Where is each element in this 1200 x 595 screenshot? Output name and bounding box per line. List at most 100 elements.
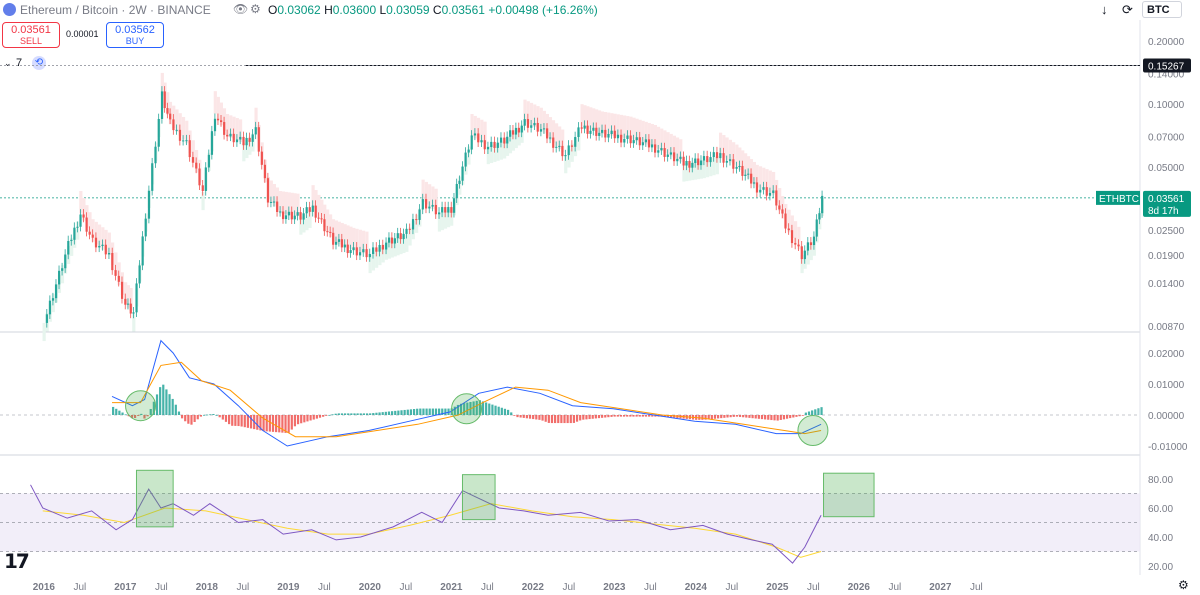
candle <box>220 120 223 123</box>
x-tick-label: 2016 <box>33 582 56 593</box>
gear-icon[interactable]: ⚙ <box>1178 578 1189 592</box>
candle <box>82 214 85 218</box>
candle <box>577 127 580 138</box>
candle <box>48 300 52 315</box>
macd-histogram-bar <box>296 415 300 425</box>
macd-histogram-bar <box>814 409 817 415</box>
macd-histogram-bar <box>751 415 754 419</box>
symbol-label: ETHBTC <box>1099 194 1139 205</box>
candle <box>191 157 195 163</box>
candle <box>314 205 317 218</box>
macd-histogram-bar <box>807 411 811 415</box>
candle <box>352 247 355 251</box>
candle <box>620 134 623 143</box>
candle <box>797 244 800 247</box>
candle <box>561 145 564 157</box>
candle <box>204 167 207 191</box>
macd-histogram-bar <box>566 415 569 424</box>
candle <box>365 249 368 258</box>
candle <box>415 219 418 221</box>
macd-histogram-bar <box>347 413 350 415</box>
macd-histogram-bar <box>801 415 804 416</box>
candle <box>503 137 506 144</box>
macd-y-tick: 0.00000 <box>1148 411 1185 422</box>
price-pane <box>0 65 1140 342</box>
candle <box>223 122 226 135</box>
candle <box>343 244 346 248</box>
candle <box>378 244 381 252</box>
candle <box>296 212 299 216</box>
macd-histogram-bar <box>209 414 212 416</box>
candle <box>185 140 188 142</box>
macd-histogram-bar <box>168 394 171 415</box>
highlight-box <box>823 472 875 518</box>
candle <box>517 127 520 133</box>
macd-histogram-bar <box>268 415 271 432</box>
trend-fill <box>650 123 654 147</box>
trend-fill <box>564 155 568 174</box>
macd-histogram-bar <box>779 415 782 420</box>
candle <box>552 137 555 148</box>
candle <box>138 265 141 284</box>
macd-histogram-bar <box>738 415 742 417</box>
candle <box>542 128 546 130</box>
candle <box>735 167 738 169</box>
macd-histogram-bar <box>303 415 306 423</box>
macd-histogram-bar <box>206 414 209 416</box>
macd-histogram-bar <box>579 415 582 421</box>
candle <box>320 218 323 220</box>
macd-histogram-bar <box>340 413 344 415</box>
candle <box>195 162 198 169</box>
candle <box>135 283 138 313</box>
candle <box>438 212 441 215</box>
candle <box>107 252 111 255</box>
rsi-y-tick: 20.00 <box>1148 562 1173 573</box>
macd-histogram-bar <box>212 413 215 415</box>
candle <box>305 207 308 214</box>
candle <box>216 118 220 121</box>
macd-histogram-bar <box>384 411 387 415</box>
candle <box>207 154 210 168</box>
macd-histogram-bar <box>184 415 187 422</box>
candle <box>160 91 164 119</box>
macd-histogram-bar <box>112 406 115 415</box>
chart-canvas[interactable]: 0.200000.140000.100000.070000.050000.025… <box>0 0 1200 595</box>
candle <box>337 239 341 242</box>
macd-histogram-bar <box>275 415 278 433</box>
rsi-y-tick: 60.00 <box>1148 504 1173 515</box>
candle <box>98 245 101 248</box>
macd-histogram-bar <box>422 408 425 415</box>
macd-histogram-bar <box>162 384 165 415</box>
candle <box>784 213 787 229</box>
macd-histogram-bar <box>337 413 340 415</box>
macd-histogram-bar <box>619 415 623 417</box>
candle <box>470 135 473 150</box>
candle <box>232 133 235 143</box>
candle <box>166 108 169 114</box>
macd-histogram-bar <box>378 412 381 415</box>
candle <box>64 254 67 269</box>
macd-histogram-bar <box>356 413 359 415</box>
candle <box>702 156 706 161</box>
candle <box>441 207 444 213</box>
candle <box>530 125 533 128</box>
candle <box>650 144 654 148</box>
macd-histogram-bar <box>485 402 488 415</box>
x-tick-label: Jul <box>74 582 87 593</box>
macd-histogram-bar <box>569 415 572 424</box>
candle <box>679 156 682 159</box>
candle <box>747 173 750 175</box>
macd-histogram-bar <box>237 415 240 427</box>
candle <box>598 132 601 136</box>
macd-histogram-bar <box>506 409 510 415</box>
candle <box>111 252 114 271</box>
macd-histogram-bar <box>322 415 325 417</box>
macd-histogram-bar <box>726 415 729 418</box>
trend-fill <box>607 112 611 136</box>
macd-histogram-bar <box>591 415 594 419</box>
macd-histogram-bar <box>635 415 638 417</box>
candle <box>499 137 503 143</box>
trend-fill <box>201 191 205 211</box>
candle <box>546 128 549 139</box>
highlight-circle <box>125 390 157 422</box>
